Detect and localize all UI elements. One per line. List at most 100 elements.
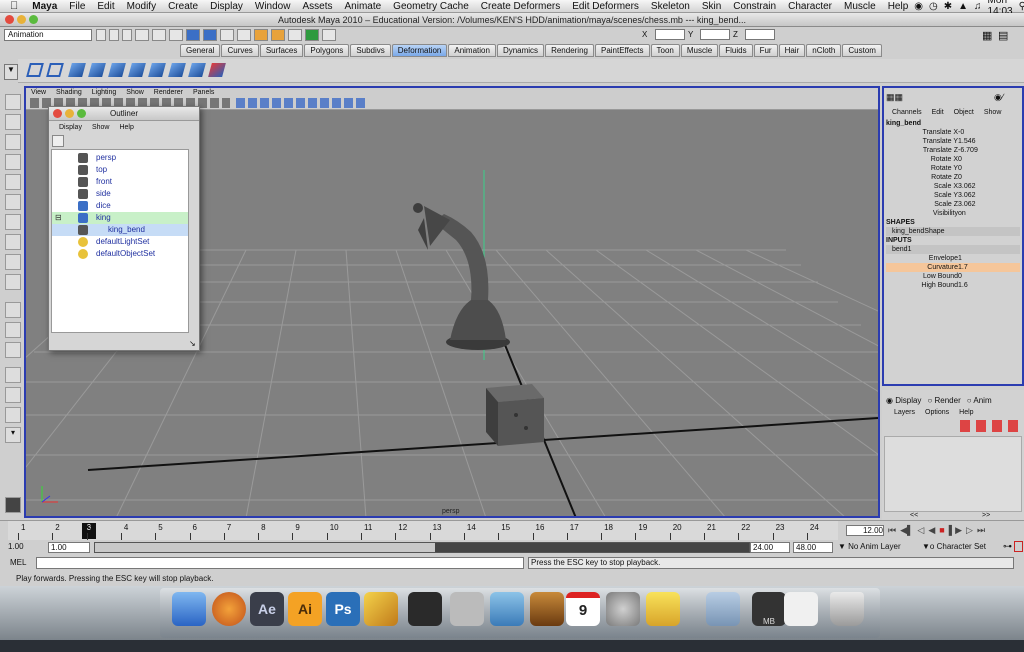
animation-end-field[interactable]: 48.00: [793, 542, 833, 553]
channel-high-bound[interactable]: High Bound 1.6: [886, 281, 1020, 290]
x-field[interactable]: [655, 29, 685, 40]
ipr-render-icon[interactable]: [271, 29, 285, 41]
input-ops-icon[interactable]: [305, 29, 319, 41]
step-forward-key-icon[interactable]: ▌▶: [949, 525, 962, 536]
outliner-item-default-light-set[interactable]: defaultLightSet: [52, 236, 188, 248]
viewport-menu-panels[interactable]: Panels: [188, 88, 219, 97]
display-toolbar-icons[interactable]: [236, 98, 366, 108]
outliner-close-icon[interactable]: [53, 109, 62, 118]
menu-help[interactable]: Help: [882, 1, 915, 12]
channel-box-toggle-icon[interactable]: ▦: [982, 29, 992, 42]
collapse-icon[interactable]: ⊟: [55, 212, 62, 224]
two-pane-layout-icon[interactable]: [5, 342, 21, 358]
tab-muscle[interactable]: Muscle: [680, 44, 719, 57]
maya-file-icon[interactable]: MB: [752, 592, 786, 626]
resize-handle-icon[interactable]: ↘: [189, 339, 196, 348]
outliner-item-king[interactable]: ⊟ king: [52, 212, 188, 224]
attribute-editor-toggle-icon[interactable]: ▤: [998, 29, 1008, 42]
anim-layer-dropdown[interactable]: ▼ No Anim Layer: [838, 542, 901, 551]
step-back-frame-icon[interactable]: ◁: [917, 525, 924, 536]
mel-input[interactable]: [36, 557, 524, 569]
tab-polygons[interactable]: Polygons: [304, 44, 350, 57]
channel-menu-edit[interactable]: Edit: [932, 108, 944, 118]
channel-rotate-z[interactable]: Rotate Z0: [886, 173, 1020, 182]
maya-icon[interactable]: [408, 592, 442, 626]
playback-end-field[interactable]: 24.00: [750, 542, 790, 553]
lattice-icon[interactable]: [26, 63, 44, 77]
channel-menu-show[interactable]: Show: [984, 108, 1002, 118]
channel-box-layout-icon[interactable]: ▦▦: [886, 92, 903, 103]
select-component-icon[interactable]: [169, 29, 183, 41]
bluetooth-icon[interactable]: ✱: [944, 1, 952, 12]
outliner-menu-show[interactable]: Show: [92, 122, 110, 133]
menu-constrain[interactable]: Constrain: [727, 1, 782, 12]
ftp-icon[interactable]: [646, 592, 680, 626]
character-set-dropdown[interactable]: ▼o Character Set: [922, 542, 986, 551]
channel-box-object-name[interactable]: king_bend: [886, 119, 1020, 128]
wifi-icon[interactable]: ▲: [958, 1, 968, 12]
viewport-menu-view[interactable]: View: [26, 88, 51, 97]
four-pane-layout-icon[interactable]: [5, 322, 21, 338]
tab-subdivs[interactable]: Subdivs: [350, 44, 391, 57]
y-field[interactable]: [700, 29, 730, 40]
tab-painteffects[interactable]: PaintEffects: [594, 44, 650, 57]
tab-curves[interactable]: Curves: [221, 44, 259, 57]
tab-ncloth[interactable]: nCloth: [806, 44, 842, 57]
menu-muscle[interactable]: Muscle: [838, 1, 882, 12]
outliner-item-front[interactable]: front: [52, 176, 188, 188]
menu-file[interactable]: File: [63, 1, 91, 12]
outliner-item-persp[interactable]: persp: [52, 152, 188, 164]
apple-icon[interactable]: : [0, 0, 26, 12]
menu-geometry-cache[interactable]: Geometry Cache: [387, 1, 475, 12]
menu-set-dropdown[interactable]: Animation: [4, 29, 92, 41]
render-settings-icon[interactable]: [288, 29, 302, 41]
iphoto-icon[interactable]: [490, 592, 524, 626]
tab-custom[interactable]: Custom: [842, 44, 882, 57]
menu-edit-deformers[interactable]: Edit Deformers: [566, 1, 645, 12]
channel-scale-y[interactable]: Scale Y 3.062: [886, 191, 1020, 200]
menu-app[interactable]: Maya: [26, 1, 63, 12]
layer-menu-layers[interactable]: Layers: [894, 409, 915, 416]
viewport-menu-lighting[interactable]: Lighting: [87, 88, 122, 97]
channel-scale-x[interactable]: Scale X 3.062: [886, 182, 1020, 191]
history-icon[interactable]: [237, 29, 251, 41]
scale-tool-icon[interactable]: [5, 194, 21, 210]
bend-tool-icon[interactable]: [5, 274, 21, 290]
ical-icon[interactable]: 9: [566, 592, 600, 626]
menu-character[interactable]: Character: [782, 1, 838, 12]
outliner-item-default-object-set[interactable]: defaultObjectSet: [52, 248, 188, 260]
new-scene-icon[interactable]: [96, 29, 106, 41]
tab-general[interactable]: General: [180, 44, 221, 57]
channel-translate-x[interactable]: Translate X -0: [886, 128, 1020, 137]
channel-translate-z[interactable]: Translate Z -6.709: [886, 146, 1020, 155]
after-effects-icon[interactable]: Ae: [250, 592, 284, 626]
viewport-menu-shading[interactable]: Shading: [51, 88, 87, 97]
menu-display[interactable]: Display: [204, 1, 249, 12]
wire-icon[interactable]: [208, 63, 226, 77]
hypershade-layout-icon[interactable]: [5, 407, 21, 423]
trash-icon[interactable]: [830, 592, 864, 626]
layer-mode-display[interactable]: ◉ Display: [886, 396, 921, 405]
tab-hair[interactable]: Hair: [778, 44, 806, 57]
close-icon[interactable]: [5, 15, 14, 24]
tab-dynamics[interactable]: Dynamics: [496, 44, 545, 57]
move-tool-icon[interactable]: [5, 154, 21, 170]
sculpt-icon[interactable]: [188, 63, 206, 77]
firefox-icon[interactable]: [212, 592, 246, 626]
tab-surfaces[interactable]: Surfaces: [259, 44, 304, 57]
camera-icon[interactable]: [450, 592, 484, 626]
preview-icon[interactable]: [784, 592, 818, 626]
squash-icon[interactable]: [128, 63, 146, 77]
folder-icon[interactable]: [706, 592, 740, 626]
layer-menu-help[interactable]: Help: [959, 409, 973, 416]
snap-point-icon[interactable]: [220, 29, 234, 41]
play-backward-icon[interactable]: ◀: [928, 525, 935, 536]
tab-fluids[interactable]: Fluids: [719, 44, 753, 57]
step-forward-frame-icon[interactable]: ▷: [966, 525, 973, 536]
photoshop-icon[interactable]: Ps: [326, 592, 360, 626]
outliner-menu-help[interactable]: Help: [119, 122, 133, 133]
step-back-key-icon[interactable]: ◀▌: [900, 525, 913, 536]
snap-grid-icon[interactable]: [186, 29, 200, 41]
layer-mode-render[interactable]: ○ Render: [927, 396, 960, 405]
paint-select-tool-icon[interactable]: [5, 134, 21, 150]
